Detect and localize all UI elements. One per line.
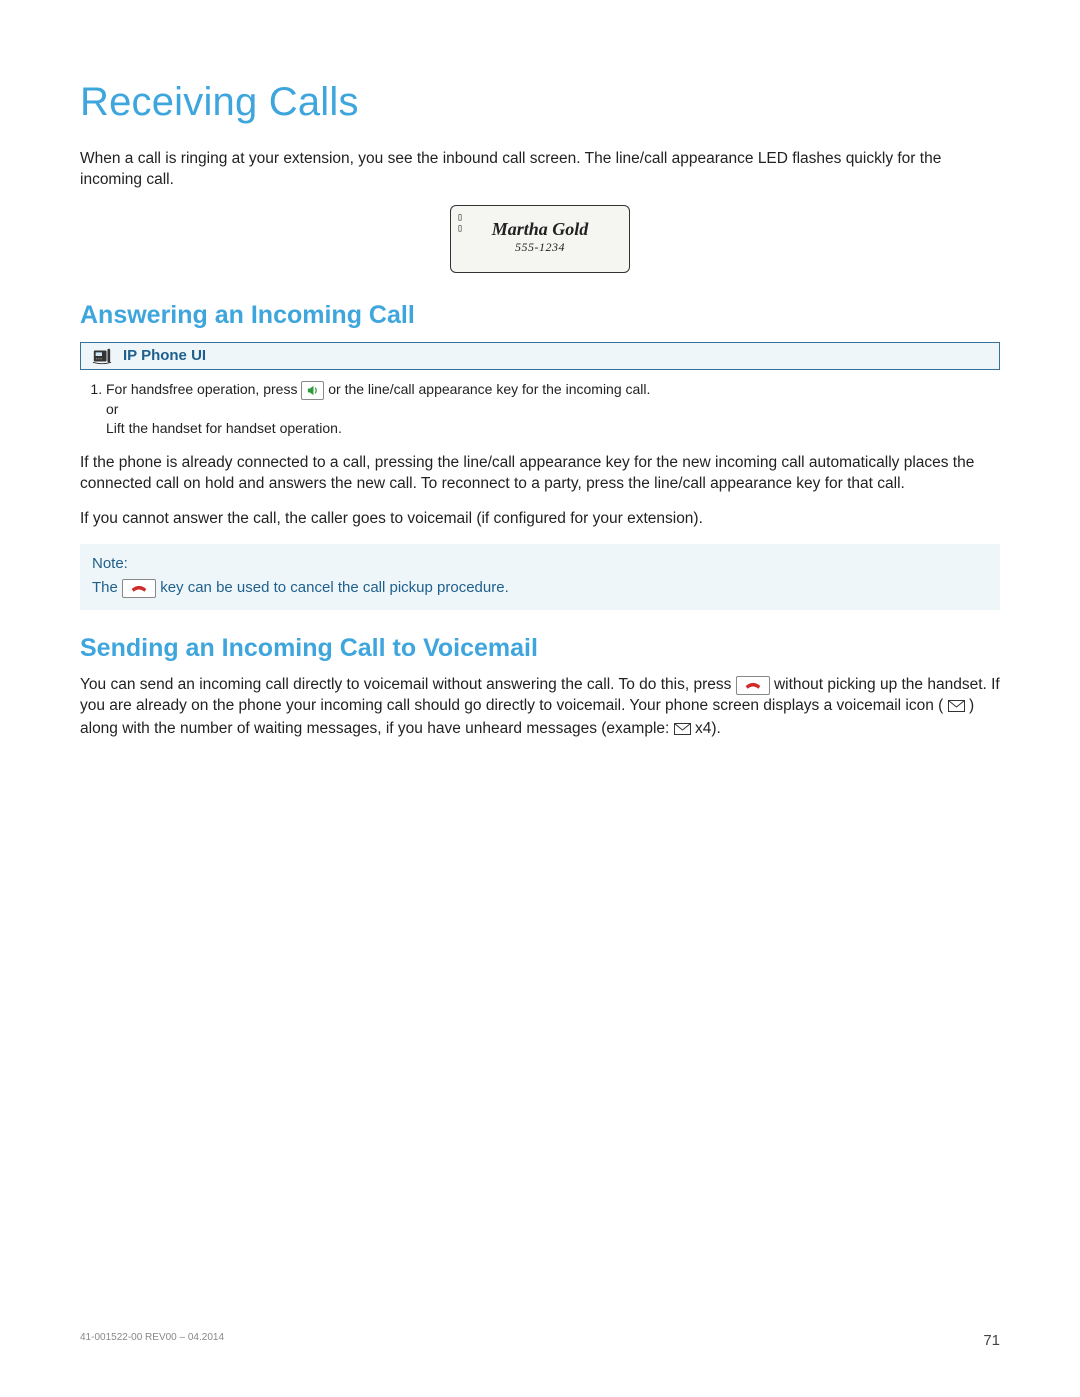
ip-phone-ui-banner: IP Phone UI <box>80 342 1000 370</box>
lcd-caller-name: Martha Gold <box>492 219 589 240</box>
lcd-illustration-wrap: ▯▯ Martha Gold 555-1234 <box>80 205 1000 273</box>
intro-paragraph: When a call is ringing at your extension… <box>80 149 1000 191</box>
hangup-key-icon <box>122 579 156 598</box>
voicemail-paragraph: You can send an incoming call directly t… <box>80 675 1000 742</box>
vm-text-d: x4). <box>691 720 721 737</box>
note-body: The key can be used to cancel the call p… <box>92 576 988 600</box>
hangup-key-icon-2 <box>736 676 770 695</box>
phone-lcd-screen: ▯▯ Martha Gold 555-1234 <box>450 205 630 273</box>
envelope-icon-2 <box>674 721 691 742</box>
note-label: Note: <box>92 552 988 576</box>
section-heading-answering: Answering an Incoming Call <box>80 301 1000 330</box>
answer-para-1: If the phone is already connected to a c… <box>80 453 1000 495</box>
step-1: For handsfree operation, press or the li… <box>106 380 1000 439</box>
desk-phone-icon <box>91 346 113 366</box>
step-1-text-a: For handsfree operation, press <box>106 381 297 397</box>
answer-steps: For handsfree operation, press or the li… <box>80 380 1000 439</box>
step-1-text-c: Lift the handset for handset operation. <box>106 420 342 436</box>
note-box: Note: The key can be used to cancel the … <box>80 544 1000 610</box>
lcd-caller-number: 555-1234 <box>515 240 565 255</box>
note-text-b: key can be used to cancel the call picku… <box>160 579 509 596</box>
page: Receiving Calls When a call is ringing a… <box>0 0 1080 1397</box>
speaker-key-icon <box>301 381 324 400</box>
vm-text-a: You can send an incoming call directly t… <box>80 676 731 693</box>
page-title: Receiving Calls <box>80 80 1000 125</box>
note-text-a: The <box>92 579 118 596</box>
footer-page-number: 71 <box>983 1332 1000 1349</box>
step-1-or: or <box>106 401 118 417</box>
banner-label: IP Phone UI <box>123 347 206 364</box>
answer-para-2: If you cannot answer the call, the calle… <box>80 509 1000 530</box>
lcd-status-icons: ▯▯ <box>457 212 463 234</box>
section-heading-voicemail: Sending an Incoming Call to Voicemail <box>80 634 1000 663</box>
footer-doc-id: 41-001522-00 REV00 – 04.2014 <box>80 1332 224 1349</box>
step-1-text-b: or the line/call appearance key for the … <box>328 381 650 397</box>
page-footer: 41-001522-00 REV00 – 04.2014 71 <box>80 1332 1000 1349</box>
envelope-icon <box>948 698 965 719</box>
